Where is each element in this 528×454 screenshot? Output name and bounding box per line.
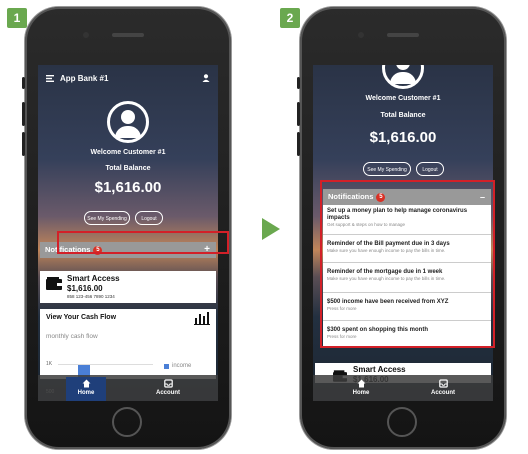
nav-account[interactable]: Account [148, 379, 188, 396]
notifications-highlight [320, 180, 495, 348]
step-2-label: 2 [280, 8, 300, 28]
nav-account-label: Account [431, 390, 455, 396]
welcome-text: Welcome Customer #1 [365, 95, 441, 102]
side-button [297, 132, 300, 156]
side-button [297, 102, 300, 126]
notifications-highlight [57, 231, 229, 254]
bottom-nav: Home Account [38, 375, 218, 401]
inbox-icon [423, 379, 463, 390]
nav-home-label: Home [352, 390, 370, 396]
total-balance-value: $1,616.00 [369, 129, 437, 146]
app-title: App Bank #1 [60, 74, 109, 83]
step-1-label: 1 [7, 8, 27, 28]
nav-home-label: Home [77, 390, 95, 396]
total-balance-label: Total Balance [105, 165, 151, 172]
account-name: Smart Access [67, 274, 120, 283]
side-button [22, 102, 25, 126]
camera [83, 32, 89, 38]
phone-1: App Bank #1 Welcome Customer #1 Total Ba… [22, 7, 231, 449]
nav-home[interactable]: Home [341, 379, 381, 396]
chart-gridline [58, 364, 153, 365]
cash-flow-title: View Your Cash Flow [46, 314, 117, 321]
camera [358, 32, 364, 38]
user-icon[interactable] [202, 74, 210, 84]
total-balance-value: $1,616.00 [94, 179, 162, 196]
total-balance-label: Total Balance [380, 112, 426, 119]
bar-chart-icon[interactable] [194, 311, 210, 330]
side-button [297, 77, 300, 89]
nav-account[interactable]: Account [423, 379, 463, 396]
bottom-nav: Home Account [313, 375, 493, 401]
account-card[interactable]: Smart Access $1,616.00 858 123-456 7890 … [40, 271, 216, 303]
inbox-icon [148, 379, 188, 390]
cash-flow-subtitle: monthly cash flow [46, 333, 98, 340]
logout-button[interactable]: Logout [135, 211, 163, 225]
nav-account-label: Account [156, 390, 180, 396]
chart-tick-1k: 1K [46, 361, 53, 367]
side-button [22, 132, 25, 156]
see-spending-button[interactable]: See My Spending [84, 211, 130, 225]
welcome-text: Welcome Customer #1 [90, 149, 166, 156]
speaker [112, 33, 144, 37]
account-name: Smart Access [353, 365, 406, 374]
speaker [387, 33, 419, 37]
see-spending-button[interactable]: See My Spending [363, 162, 411, 176]
logout-button[interactable]: Logout [416, 162, 444, 176]
home-icon [341, 379, 381, 390]
avatar [107, 101, 149, 143]
wallet-icon [46, 277, 62, 295]
home-hardware-button[interactable] [112, 407, 142, 437]
hamburger-menu-icon[interactable] [46, 75, 54, 84]
side-button [22, 77, 25, 89]
avatar [382, 65, 424, 89]
next-arrow-icon [262, 218, 280, 240]
app-header: App Bank #1 [38, 73, 218, 91]
legend-income-swatch [164, 364, 169, 369]
home-icon [66, 379, 106, 390]
cash-flow-card[interactable]: View Your Cash Flow monthly cash flow 1K… [40, 309, 216, 379]
account-number: 858 123-456 7890 1234 [67, 294, 115, 299]
nav-home[interactable]: Home [66, 377, 106, 401]
home-hardware-button[interactable] [387, 407, 417, 437]
legend-income-label: income [172, 363, 192, 369]
account-balance: $1,616.00 [67, 284, 103, 293]
